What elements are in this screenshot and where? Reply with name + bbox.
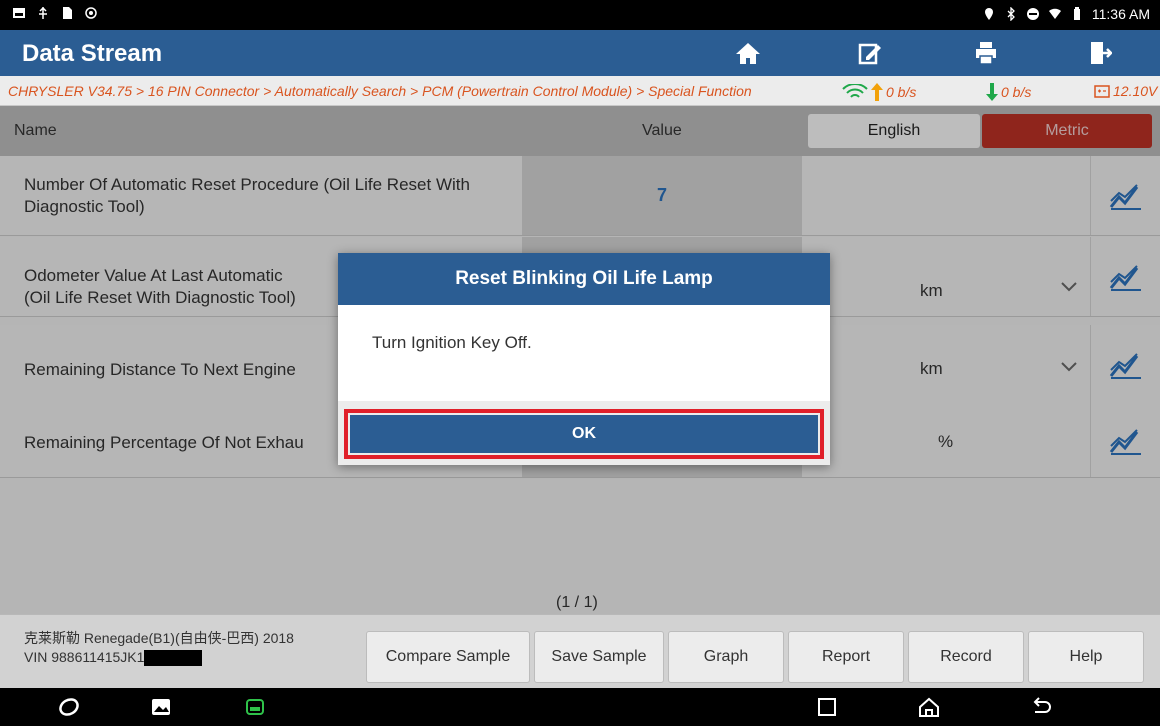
system-navigation-bar bbox=[0, 688, 1160, 726]
usb-icon bbox=[39, 6, 47, 19]
battery-icon bbox=[1073, 7, 1080, 20]
record-button[interactable]: Record bbox=[908, 631, 1024, 683]
save-sample-button[interactable]: Save Sample bbox=[534, 631, 664, 683]
home-nav-icon[interactable] bbox=[918, 696, 940, 718]
edit-button[interactable] bbox=[830, 30, 910, 76]
back-icon[interactable] bbox=[1030, 696, 1052, 718]
ok-button[interactable]: OK bbox=[350, 415, 818, 453]
upload-arrow-icon bbox=[871, 83, 883, 101]
download-rate: 0 b/s bbox=[986, 83, 1031, 101]
download-arrow-icon bbox=[986, 83, 998, 101]
notification-icon bbox=[13, 8, 25, 18]
upload-rate: 0 b/s bbox=[842, 83, 916, 101]
wifi-icon bbox=[1048, 8, 1061, 19]
browser-icon[interactable] bbox=[58, 696, 80, 718]
voltage-readout: 12.10V bbox=[1094, 83, 1157, 99]
edit-icon bbox=[858, 43, 881, 65]
print-icon bbox=[976, 42, 996, 65]
sd-card-icon bbox=[63, 7, 72, 19]
recent-apps-icon[interactable] bbox=[816, 696, 838, 718]
home-icon bbox=[736, 43, 760, 64]
dnd-icon bbox=[1026, 8, 1039, 20]
dialog-footer: OK bbox=[338, 401, 830, 465]
dialog-message: Turn Ignition Key Off. bbox=[372, 333, 532, 352]
ok-highlight: OK bbox=[344, 409, 824, 459]
wifi-signal-icon bbox=[842, 84, 868, 98]
breadcrumb: CHRYSLER V34.75 > 16 PIN Connector > Aut… bbox=[0, 76, 1160, 106]
vin-redaction bbox=[144, 650, 203, 667]
vehicle-model: 克莱斯勒 Renegade(B1)(自由侠-巴西) 2018 bbox=[24, 630, 294, 646]
report-button[interactable]: Report bbox=[788, 631, 904, 683]
location-icon bbox=[984, 8, 993, 20]
clock: 11:36 AM bbox=[1091, 6, 1150, 22]
bluetooth-icon bbox=[1007, 7, 1015, 21]
settings-status-icon bbox=[85, 7, 97, 19]
title-bar: Data Stream bbox=[0, 30, 1160, 76]
breadcrumb-path: CHRYSLER V34.75 > 16 PIN Connector > Aut… bbox=[8, 83, 752, 99]
dialog-title: Reset Blinking Oil Life Lamp bbox=[338, 253, 830, 305]
gallery-icon[interactable] bbox=[150, 696, 172, 718]
graph-toolbar-button[interactable]: Graph bbox=[668, 631, 784, 683]
exit-button[interactable] bbox=[1060, 30, 1140, 76]
exit-icon bbox=[1091, 42, 1112, 64]
footer-toolbar: 克莱斯勒 Renegade(B1)(自由侠-巴西) 2018 VIN 98861… bbox=[0, 614, 1160, 688]
battery-voltage-icon bbox=[1094, 85, 1110, 98]
compare-sample-button[interactable]: Compare Sample bbox=[366, 631, 530, 683]
reset-oil-life-dialog: Reset Blinking Oil Life Lamp Turn Igniti… bbox=[338, 253, 830, 465]
vci-connector-icon[interactable] bbox=[244, 696, 266, 718]
home-button[interactable] bbox=[708, 30, 788, 76]
vehicle-vin: VIN 988611415JK1 bbox=[24, 648, 294, 667]
help-button[interactable]: Help bbox=[1028, 631, 1144, 683]
print-button[interactable] bbox=[946, 30, 1026, 76]
status-bar: 11:36 AM bbox=[0, 0, 1160, 30]
vehicle-info: 克莱斯勒 Renegade(B1)(自由侠-巴西) 2018 VIN 98861… bbox=[24, 629, 294, 667]
page-title: Data Stream bbox=[22, 40, 163, 67]
